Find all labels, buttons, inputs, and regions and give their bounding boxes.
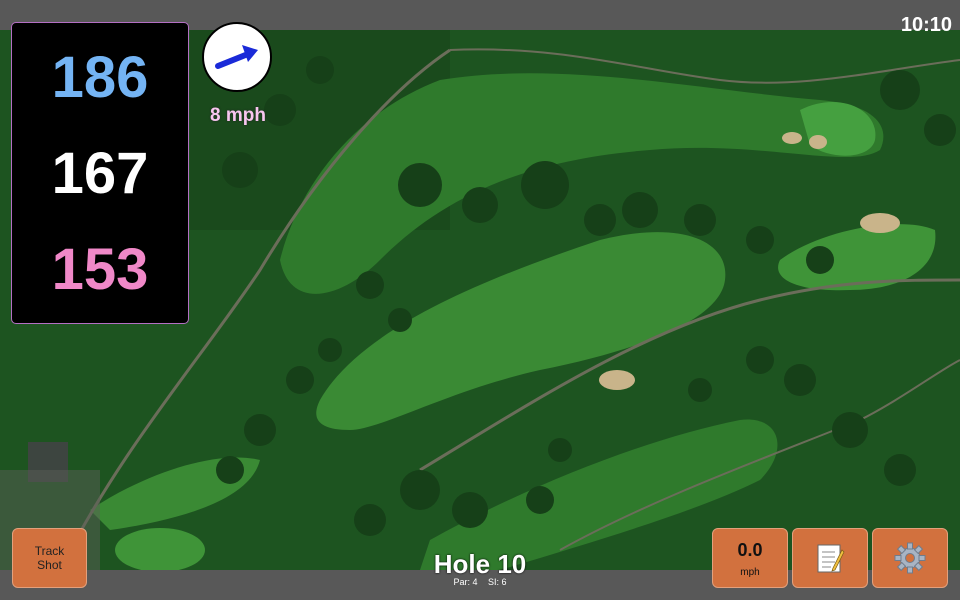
clock-time: 10:10 — [900, 14, 952, 36]
back-yardage: 186 — [51, 45, 149, 110]
speed-value: 0.0 — [737, 540, 763, 560]
stroke-index-label: SI: 6 — [488, 577, 507, 587]
wind-indicator — [202, 22, 272, 92]
notes-button[interactable] — [792, 528, 868, 588]
track-shot-label-line2: Shot — [37, 558, 62, 572]
track-shot-label-line1: Track — [34, 544, 65, 558]
track-shot-button[interactable]: Track Shot — [12, 528, 87, 588]
hole-info: Par: 4 SI: 6 — [380, 577, 580, 587]
middle-yardage: 167 — [51, 141, 149, 206]
speed-button[interactable]: 0.0 mph — [712, 528, 788, 588]
speed-unit: mph — [740, 567, 760, 578]
par-label: Par: 4 — [453, 577, 478, 587]
hole-title: Hole 10 — [433, 549, 527, 579]
wind-speed: 8 mph — [210, 105, 266, 126]
yardage-panel: 186 167 153 — [11, 22, 189, 324]
notepad-icon — [817, 544, 845, 573]
settings-button[interactable] — [872, 528, 948, 588]
arrow-icon — [215, 45, 258, 69]
front-yardage: 153 — [51, 237, 149, 302]
gear-icon — [894, 542, 926, 574]
